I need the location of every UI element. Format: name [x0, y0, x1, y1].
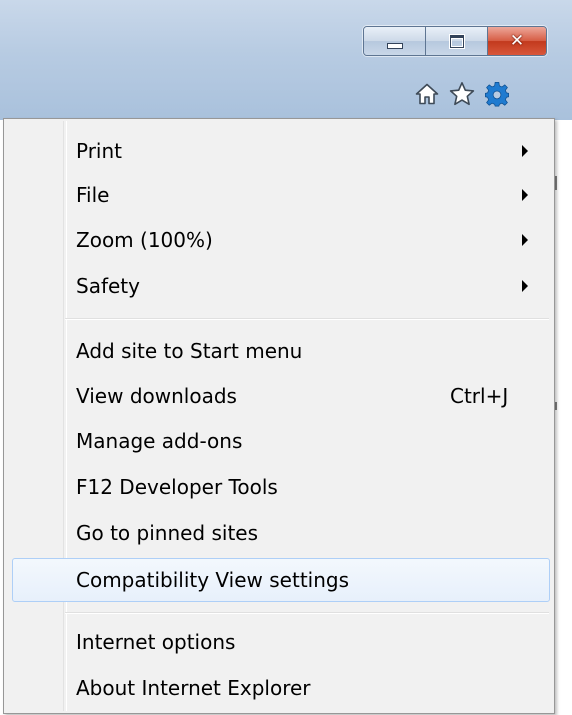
favorites-button[interactable]	[449, 81, 475, 107]
menu-item-label: View downloads	[76, 384, 237, 408]
menu-item-label: Internet options	[76, 630, 236, 654]
submenu-arrow-icon	[522, 234, 528, 246]
menu-item-label: Add site to Start menu	[76, 339, 303, 363]
menu-item-safety[interactable]: Safety	[4, 264, 550, 308]
menu-separator	[65, 318, 549, 320]
star-icon	[449, 82, 475, 106]
menu-item-label: Go to pinned sites	[76, 521, 259, 545]
maximize-button[interactable]	[426, 27, 488, 55]
menu-separator	[65, 612, 549, 614]
menu-item-zoom[interactable]: Zoom (100%)	[4, 218, 550, 262]
tools-menu: Print File Zoom (100%) Safety Add site t…	[3, 118, 555, 714]
submenu-arrow-icon	[522, 145, 528, 157]
close-icon: ✕	[509, 30, 525, 51]
close-button[interactable]: ✕	[488, 27, 546, 55]
menu-item-label: About Internet Explorer	[76, 676, 311, 700]
minimize-icon	[386, 43, 403, 49]
minimize-button[interactable]	[364, 27, 426, 55]
page-edge-mark	[555, 402, 557, 410]
menu-item-shortcut: Ctrl+J	[450, 384, 509, 408]
window-caption-buttons: ✕	[363, 26, 547, 56]
tools-button[interactable]	[484, 81, 510, 107]
maximize-icon	[449, 34, 464, 48]
menu-item-label: File	[76, 183, 110, 207]
page-edge-mark	[555, 176, 557, 190]
menu-item-label: Zoom (100%)	[76, 228, 213, 252]
menu-item-label: Safety	[76, 274, 140, 298]
menu-item-label: Manage add-ons	[76, 429, 243, 453]
menu-item-add-site-to-start-menu[interactable]: Add site to Start menu	[4, 329, 550, 373]
menu-item-label: F12 Developer Tools	[76, 475, 278, 499]
menu-item-label: Print	[76, 139, 123, 163]
gear-icon	[485, 82, 509, 107]
menu-item-f12-developer-tools[interactable]: F12 Developer Tools	[4, 465, 550, 509]
menu-item-about-internet-explorer[interactable]: About Internet Explorer	[4, 666, 550, 710]
menu-item-manage-add-ons[interactable]: Manage add-ons	[4, 419, 550, 463]
command-toolbar	[414, 81, 519, 107]
window-titlebar: ✕	[0, 0, 572, 120]
home-button[interactable]	[414, 81, 440, 107]
submenu-arrow-icon	[522, 189, 528, 201]
menu-item-go-to-pinned-sites[interactable]: Go to pinned sites	[4, 511, 550, 555]
menu-item-compatibility-view-settings[interactable]: Compatibility View settings	[12, 558, 550, 602]
menu-item-print[interactable]: Print	[4, 129, 550, 173]
menu-item-view-downloads[interactable]: View downloads Ctrl+J	[4, 374, 550, 418]
home-icon	[415, 83, 439, 105]
menu-item-internet-options[interactable]: Internet options	[4, 620, 550, 664]
menu-item-file[interactable]: File	[4, 173, 550, 217]
submenu-arrow-icon	[522, 280, 528, 292]
menu-item-label: Compatibility View settings	[76, 568, 350, 592]
